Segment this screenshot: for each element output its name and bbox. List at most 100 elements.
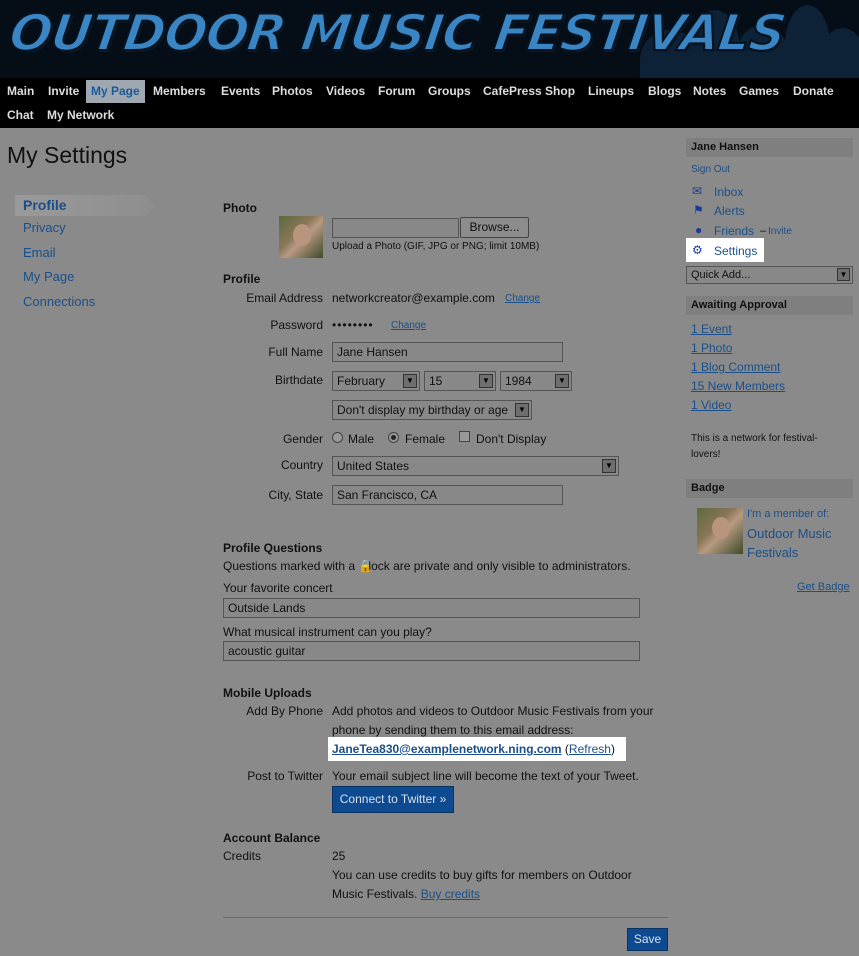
question-2-input[interactable]: acoustic guitar [223, 641, 640, 661]
divider [223, 917, 668, 918]
gender-hide-checkbox[interactable] [459, 431, 470, 442]
questions-note-start: Questions marked with a [223, 559, 356, 573]
nav-games[interactable]: Games [734, 80, 784, 103]
site-header: OUTDOOR MUSIC FESTIVALS Main Invite My P… [0, 0, 859, 128]
inbox-link[interactable]: Inbox [714, 185, 743, 199]
friends-link[interactable]: Friends [714, 224, 754, 238]
nav-events[interactable]: Events [216, 80, 265, 103]
gender-male-label: Male [348, 432, 375, 446]
nav-blogs[interactable]: Blogs [643, 80, 686, 103]
upload-email-row: JaneTea830@examplenetwork.ning.com (Refr… [332, 742, 615, 756]
gender-hide-label: Don't Display [476, 432, 547, 446]
gender-label: Gender [282, 432, 323, 446]
site-logo-title[interactable]: OUTDOOR MUSIC FESTIVALS [5, 3, 790, 63]
awaiting-photo-link[interactable]: 1 Photo [691, 341, 732, 355]
upload-hint: Upload a Photo (GIF, JPG or PNG; limit 1… [332, 241, 540, 252]
country-value: United States [337, 459, 410, 473]
birth-month-select[interactable]: February ▼ [332, 371, 420, 391]
friends-icon: ● [695, 223, 703, 237]
awaiting-members-link[interactable]: 15 New Members [691, 379, 785, 393]
inbox-icon: ✉ [692, 184, 703, 198]
profile-heading: Profile [223, 272, 261, 286]
browse-button[interactable]: Browse... [460, 217, 529, 238]
gender-female-radio[interactable] [388, 432, 399, 443]
nav-groups[interactable]: Groups [423, 80, 476, 103]
awaiting-blog-comment-link[interactable]: 1 Blog Comment [691, 360, 780, 374]
nav-notes[interactable]: Notes [688, 80, 731, 103]
awaiting-event-link[interactable]: 1 Event [691, 322, 732, 336]
invite-link[interactable]: Invite [768, 226, 792, 237]
photo-file-input[interactable] [332, 218, 459, 238]
password-change-link[interactable]: Change [391, 320, 426, 331]
badge-avatar[interactable] [697, 508, 743, 554]
settings-nav-email[interactable]: Email [15, 243, 155, 268]
connect-twitter-button[interactable]: Connect to Twitter » [332, 786, 454, 813]
nav-my-page[interactable]: My Page [86, 80, 145, 103]
fullname-label: Full Name [268, 345, 323, 359]
gender-male-radio[interactable] [332, 432, 343, 443]
refresh-link[interactable]: Refresh [569, 742, 611, 756]
birth-year-value: 1984 [505, 374, 532, 388]
chevron-down-icon: ▼ [479, 374, 493, 388]
email-label: Email Address [246, 291, 323, 305]
quick-add-value: Quick Add... [691, 269, 751, 281]
sign-out-link[interactable]: Sign Out [691, 164, 730, 175]
mobile-heading: Mobile Uploads [223, 686, 312, 700]
question-1-input[interactable]: Outside Lands [223, 598, 640, 618]
nav-invite[interactable]: Invite [43, 80, 84, 103]
birthdate-label: Birthdate [274, 373, 323, 387]
balance-heading: Account Balance [223, 831, 321, 845]
add-by-phone-label: Add By Phone [246, 704, 323, 718]
quick-add-select[interactable]: Quick Add... ▼ [686, 266, 853, 284]
crowd-silhouette [820, 28, 859, 78]
country-label: Country [280, 458, 323, 472]
birthday-display-select[interactable]: Don't display my birthday or age ▼ [332, 400, 532, 420]
add-by-phone-text-2: phone by sending them to this email addr… [332, 723, 574, 737]
upload-email-link[interactable]: JaneTea830@examplenetwork.ning.com [332, 742, 562, 756]
awaiting-video-link[interactable]: 1 Video [691, 398, 731, 412]
credits-info-2-text: Music Festivals. [332, 887, 418, 901]
nav-lineups[interactable]: Lineups [583, 80, 639, 103]
questions-heading: Profile Questions [223, 541, 323, 555]
country-select[interactable]: United States ▼ [332, 456, 619, 476]
birth-day-select[interactable]: 15 ▼ [424, 371, 496, 391]
badge-network-link[interactable]: Outdoor Music Festivals [747, 524, 853, 562]
settings-nav-privacy[interactable]: Privacy [15, 218, 155, 243]
alerts-link[interactable]: Alerts [714, 204, 745, 218]
save-button[interactable]: Save [627, 928, 668, 951]
questions-note: Questions marked with a 🔒lock are privat… [223, 559, 631, 573]
get-badge-link[interactable]: Get Badge [797, 581, 850, 593]
nav-main[interactable]: Main [2, 80, 39, 103]
sidebar-user-name: Jane Hansen [686, 138, 853, 157]
nav-donate[interactable]: Donate [788, 80, 839, 103]
credits-info-2: Music Festivals. Buy credits [332, 887, 480, 901]
chevron-down-icon: ▼ [555, 374, 569, 388]
refresh-close-paren: ) [610, 742, 615, 756]
nav-videos[interactable]: Videos [321, 80, 370, 103]
nav-members[interactable]: Members [148, 80, 211, 103]
lock-icon: 🔒 [358, 559, 374, 573]
email-change-link[interactable]: Change [505, 293, 540, 304]
chevron-down-icon: ▼ [515, 403, 529, 417]
nav-cafepress-shop[interactable]: CafePress Shop [478, 80, 580, 103]
buy-credits-link[interactable]: Buy credits [421, 887, 480, 901]
settings-link[interactable]: Settings [714, 244, 757, 258]
email-value: networkcreator@example.com [332, 291, 495, 305]
birth-month-value: February [337, 374, 386, 388]
chevron-down-icon: ▼ [602, 459, 616, 473]
settings-nav-connections[interactable]: Connections [15, 292, 155, 317]
awaiting-heading: Awaiting Approval [686, 296, 853, 315]
birth-year-select[interactable]: 1984 ▼ [500, 371, 572, 391]
fullname-input[interactable]: Jane Hansen [332, 342, 563, 362]
settings-nav-profile[interactable]: Profile [15, 195, 155, 216]
twitter-text: Your email subject line will become the … [332, 769, 639, 783]
nav-chat[interactable]: Chat [2, 104, 39, 127]
photo-heading: Photo [223, 201, 257, 215]
nav-forum[interactable]: Forum [373, 80, 420, 103]
gender-female-label: Female [405, 432, 446, 446]
question-2-label: What musical instrument can you play? [223, 625, 432, 639]
nav-photos[interactable]: Photos [267, 80, 318, 103]
settings-nav-my-page[interactable]: My Page [15, 267, 155, 292]
nav-my-network[interactable]: My Network [42, 104, 119, 127]
city-input[interactable]: San Francisco, CA [332, 485, 563, 505]
